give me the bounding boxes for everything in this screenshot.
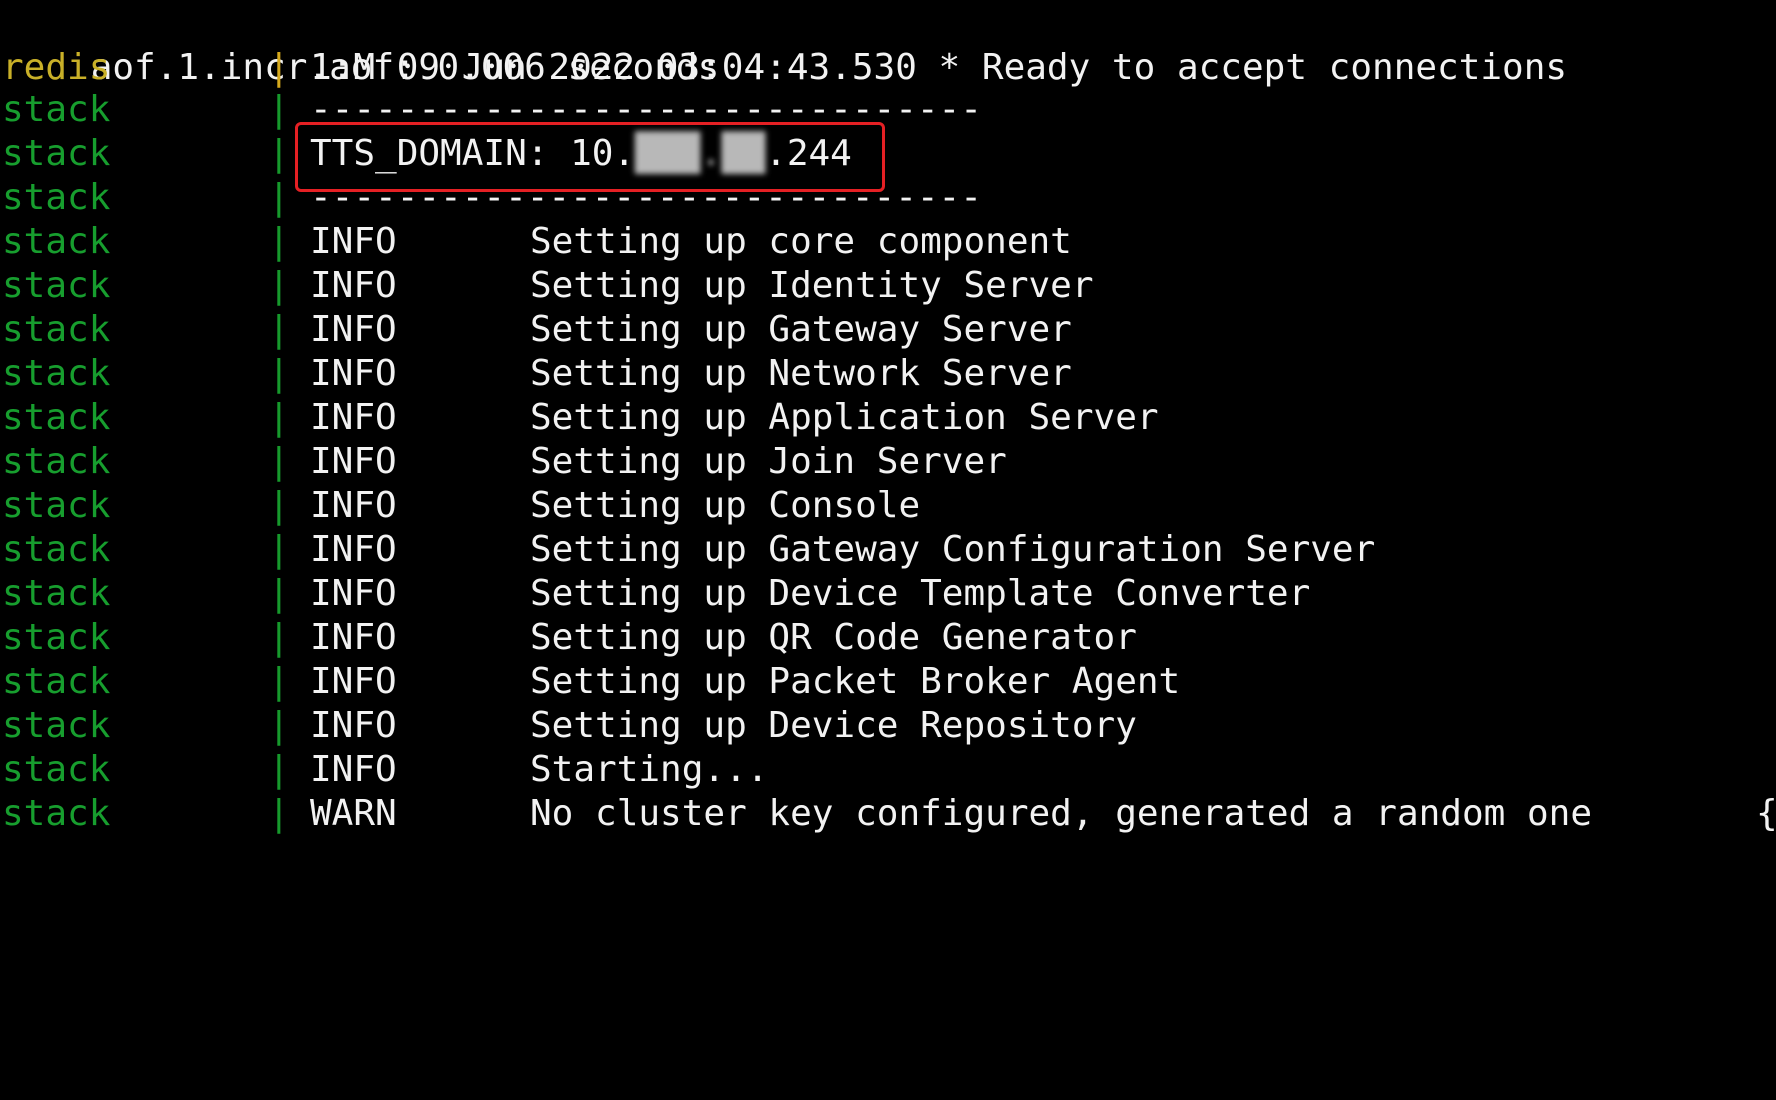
log-message: Starting...: [530, 749, 769, 790]
service-name-stack: stack: [2, 793, 111, 834]
log-level: INFO: [310, 705, 397, 746]
log-line: stack | INFO Setting up Device Repositor…: [0, 704, 1776, 748]
service-name-stack: stack: [2, 133, 111, 174]
log-message: Setting up Network Server: [530, 353, 1072, 394]
column-separator: |: [268, 309, 290, 350]
log-message: Setting up Gateway Configuration Server: [530, 529, 1376, 570]
log-level: INFO: [310, 573, 397, 614]
service-name-stack: stack: [2, 485, 111, 526]
tts-domain-line: stack | TTS_DOMAIN: 10.███.██.244: [0, 132, 1776, 176]
column-separator: |: [268, 353, 290, 394]
column-separator: |: [268, 221, 290, 262]
service-name-stack: stack: [2, 177, 111, 218]
column-separator: |: [268, 177, 290, 218]
aof-timing-line: aof.1.incr.aof: 0.006 seconds: [4, 2, 720, 88]
service-name-stack: stack: [2, 529, 111, 570]
log-level: INFO: [310, 661, 397, 702]
log-line: stack | INFO Setting up QR Code Generato…: [0, 616, 1776, 660]
column-separator: |: [268, 397, 290, 438]
service-name-redis: redis: [2, 47, 111, 88]
log-message: Setting up Application Server: [530, 397, 1159, 438]
column-separator: |: [268, 793, 290, 834]
service-name-stack: stack: [2, 661, 111, 702]
log-level: INFO: [310, 397, 397, 438]
log-message: Setting up core component: [530, 221, 1072, 262]
separator-line-top: stack | -------------------------------: [0, 88, 1776, 132]
log-level: INFO: [310, 309, 397, 350]
log-message: No cluster key configured, generated a r…: [530, 793, 1593, 834]
column-separator: |: [268, 661, 290, 702]
log-line: stack | INFO Setting up Identity Server: [0, 264, 1776, 308]
service-name-stack: stack: [2, 397, 111, 438]
log-level: INFO: [310, 485, 397, 526]
log-level: INFO: [310, 529, 397, 570]
column-separator: |: [268, 529, 290, 570]
column-separator: |: [268, 133, 290, 174]
service-name-stack: stack: [2, 749, 111, 790]
log-message: Setting up Join Server: [530, 441, 1007, 482]
log-line: stack | INFO Setting up core component: [0, 220, 1776, 264]
log-level: INFO: [310, 353, 397, 394]
column-separator: |: [268, 749, 290, 790]
log-line: stack | INFO Setting up Join Server: [0, 440, 1776, 484]
log-message: Setting up Gateway Server: [530, 309, 1072, 350]
log-line: stack | INFO Setting up Device Template …: [0, 572, 1776, 616]
column-separator: |: [268, 617, 290, 658]
log-line: stack | INFO Starting...: [0, 748, 1776, 792]
log-line: stack | INFO Setting up Packet Broker Ag…: [0, 660, 1776, 704]
service-name-stack: stack: [2, 265, 111, 306]
column-separator: |: [268, 705, 290, 746]
separator-dashes: -------------------------------: [310, 177, 982, 218]
log-line: stack | INFO Setting up Gateway Server: [0, 308, 1776, 352]
service-name-stack: stack: [2, 221, 111, 262]
log-message: Setting up Packet Broker Agent: [530, 661, 1181, 702]
log-line: stack | INFO Setting up Network Server: [0, 352, 1776, 396]
log-level: INFO: [310, 617, 397, 658]
service-name-stack: stack: [2, 309, 111, 350]
service-name-stack: stack: [2, 705, 111, 746]
service-name-stack: stack: [2, 441, 111, 482]
redis-log-line: redis | 1:M 09 Jun 2022 03:04:43.530 * R…: [0, 46, 1776, 90]
service-name-stack: stack: [2, 353, 111, 394]
log-message: Setting up Identity Server: [530, 265, 1094, 306]
column-separator: |: [268, 89, 290, 130]
log-level: INFO: [310, 441, 397, 482]
log-level: INFO: [310, 749, 397, 790]
log-message: Setting up QR Code Generator: [530, 617, 1137, 658]
separator-line-bottom: stack | -------------------------------: [0, 176, 1776, 220]
log-level: INFO: [310, 221, 397, 262]
column-separator: |: [268, 265, 290, 306]
log-line: stack | INFO Setting up Console: [0, 484, 1776, 528]
service-name-stack: stack: [2, 89, 111, 130]
column-separator: |: [268, 47, 290, 88]
log-line: stack | INFO Setting up Gateway Configur…: [0, 528, 1776, 572]
column-separator: |: [268, 485, 290, 526]
service-name-stack: stack: [2, 573, 111, 614]
log-message: Setting up Device Template Converter: [530, 573, 1311, 614]
terminal-output[interactable]: aof.1.incr.aof: 0.006 seconds redis | 1:…: [0, 0, 1776, 855]
truncated-brace: {: [1756, 793, 1776, 834]
log-line: stack | INFO Setting up Application Serv…: [0, 396, 1776, 440]
column-separator: |: [268, 573, 290, 614]
log-message: 1:M 09 Jun 2022 03:04:43.530 * Ready to …: [310, 47, 1568, 88]
column-separator: |: [268, 441, 290, 482]
log-line-warn: stack | WARN No cluster key configured, …: [0, 792, 1776, 836]
log-level: WARN: [310, 793, 397, 834]
log-message: Setting up Device Repository: [530, 705, 1137, 746]
log-level: INFO: [310, 265, 397, 306]
service-name-stack: stack: [2, 617, 111, 658]
log-message: Setting up Console: [530, 485, 921, 526]
